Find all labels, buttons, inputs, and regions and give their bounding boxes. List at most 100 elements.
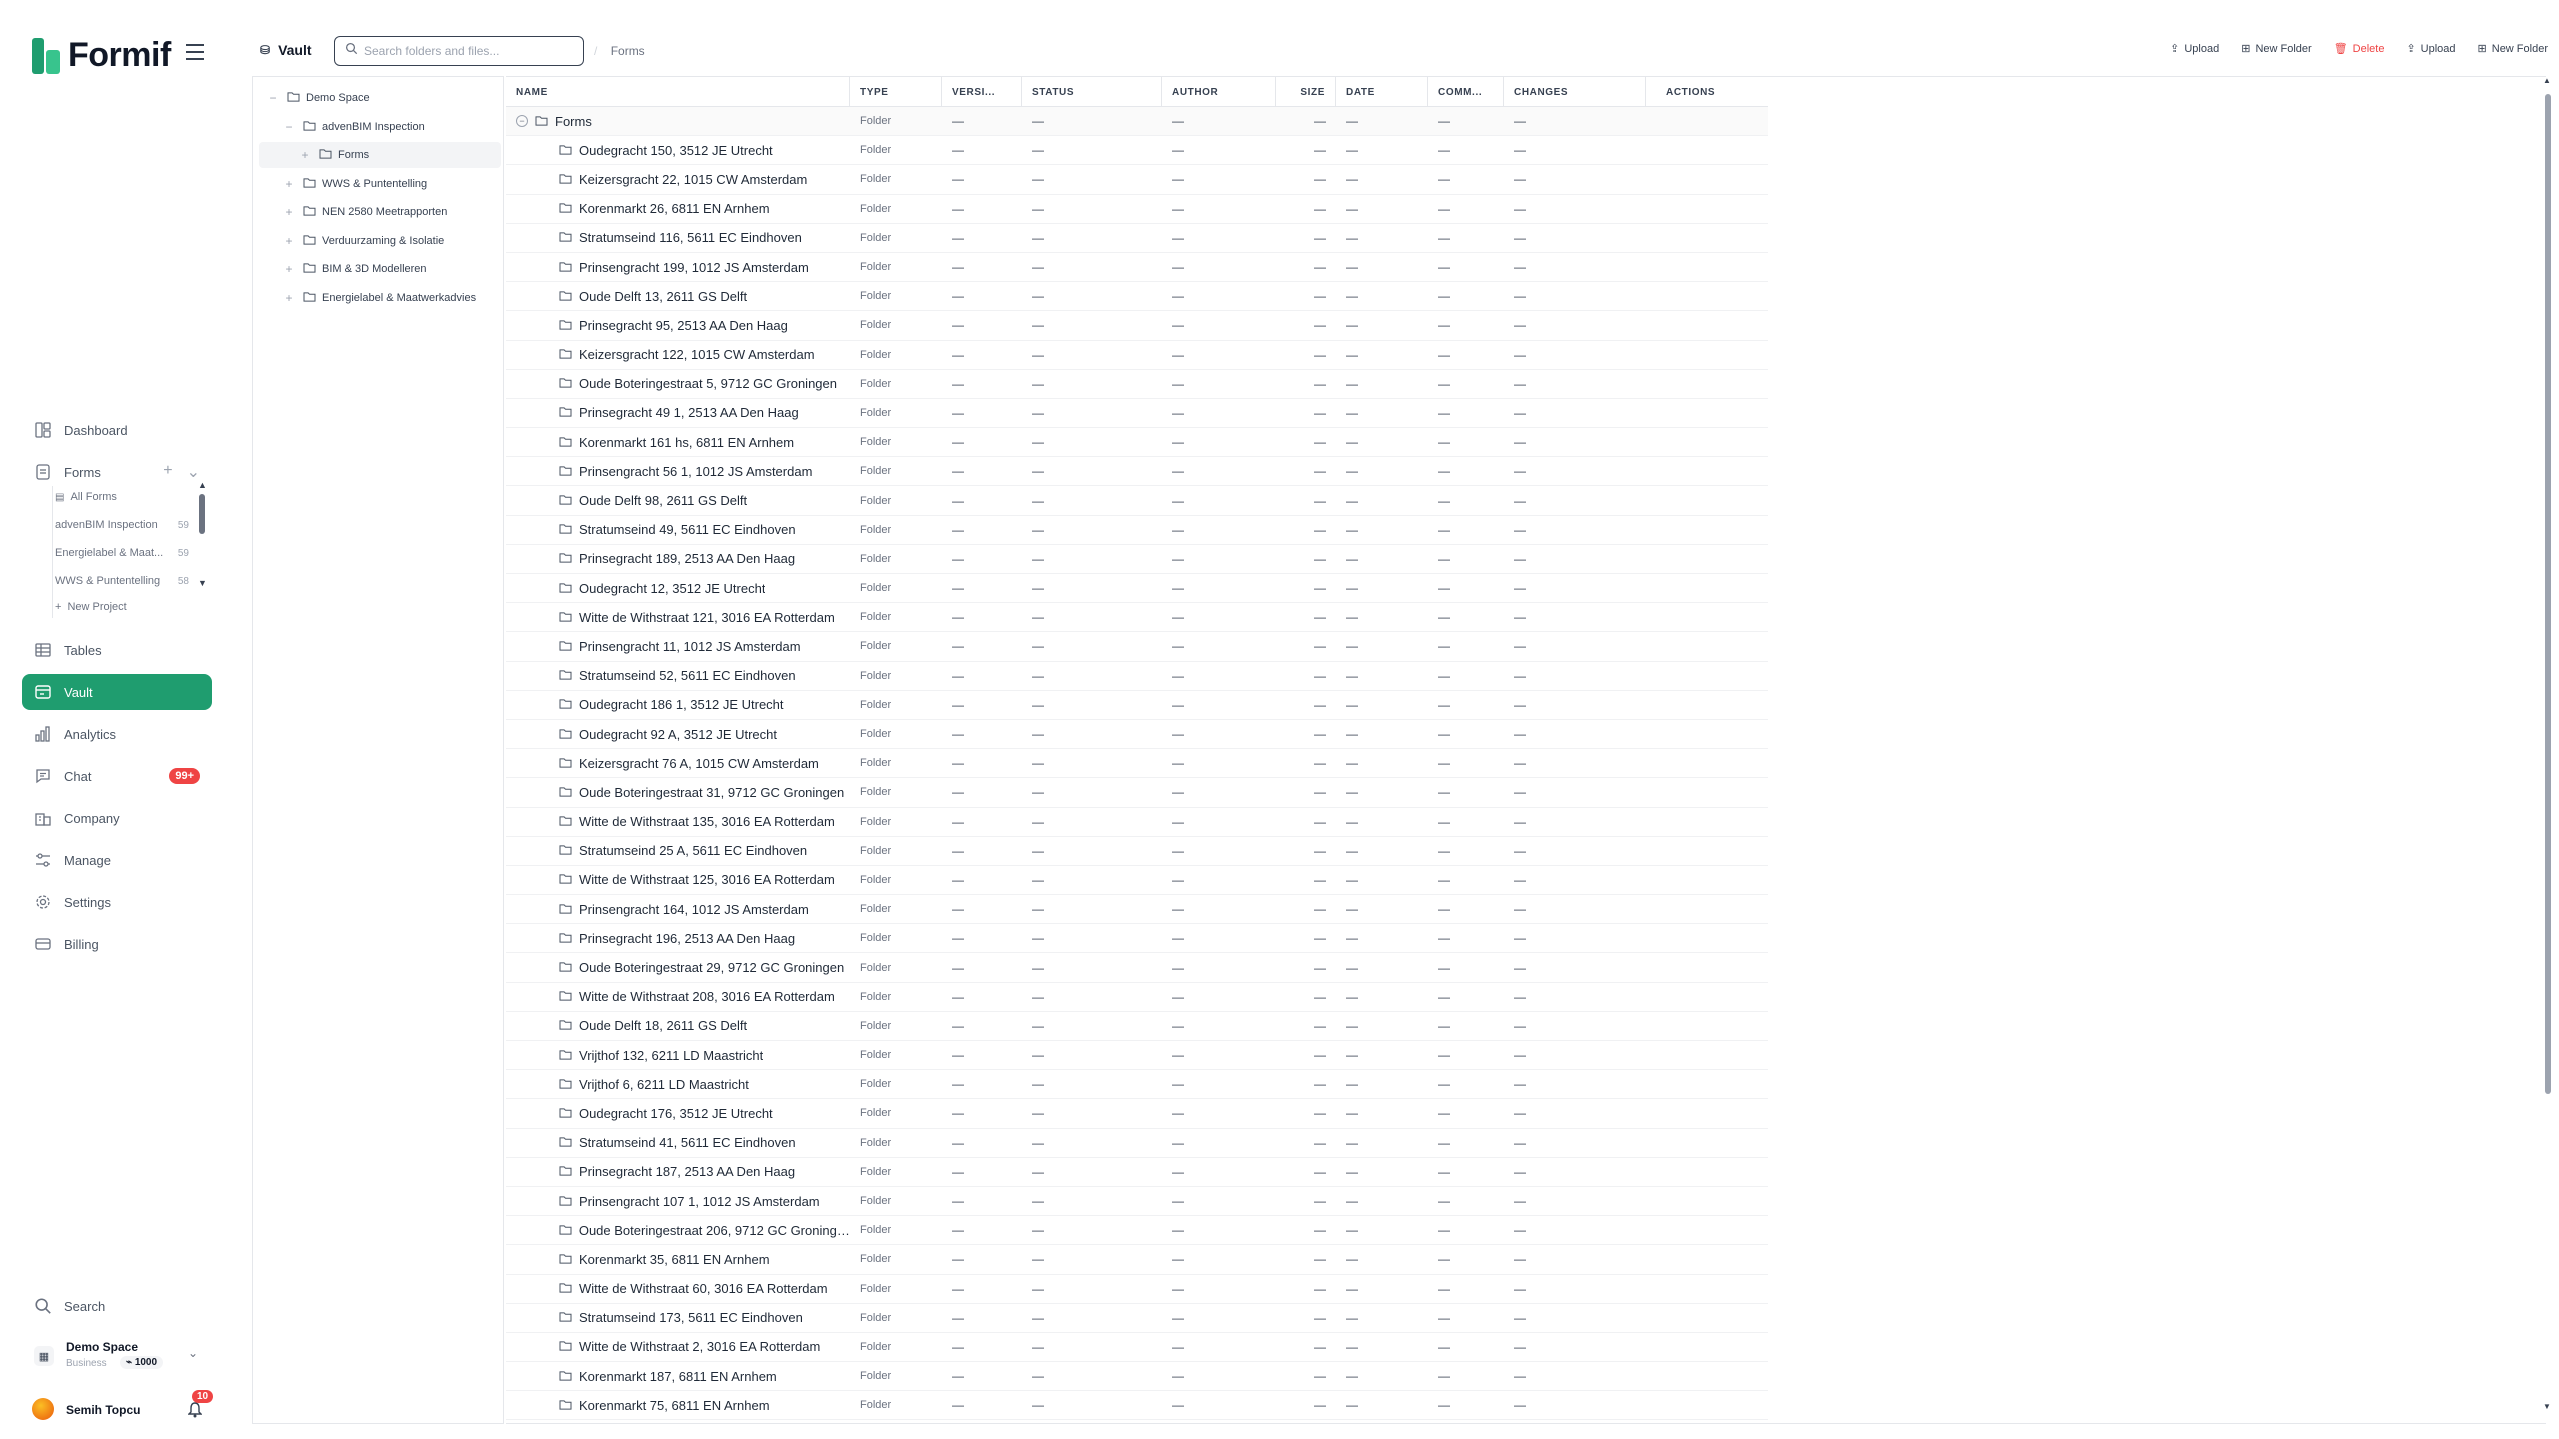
table-row[interactable]: Oudegracht 12, 3512 JE Utrecht Folder — — — —… <box>506 574 1768 604</box>
table-row[interactable]: Witte de Withstraat 125, 3016 EA Rotterd… <box>506 866 1768 896</box>
name-cell[interactable]: Oude Delft 98, 2611 GS Delft <box>506 493 850 508</box>
scroll-down-icon[interactable]: ▼ <box>198 578 207 588</box>
table-row[interactable]: Witte de Withstraat 2, 3016 EA Rotterdam… <box>506 1333 1768 1363</box>
name-cell[interactable]: Stratumseind 116, 5611 EC Eindhoven <box>506 230 850 245</box>
sidebar-search[interactable]: Search <box>22 1288 212 1324</box>
column-header[interactable]: CHANGES <box>1504 77 1646 107</box>
collapse-icon[interactable]: − <box>283 120 295 134</box>
table-row[interactable]: Witte de Withstraat 60, 3016 EA Rotterda… <box>506 1275 1768 1304</box>
scroll-down-icon[interactable]: ▼ <box>2543 1402 2551 1411</box>
tree-item[interactable]: − advenBIM Inspection <box>253 114 501 140</box>
tree-item[interactable]: + Forms <box>259 142 501 168</box>
table-row[interactable]: Prinsengracht 107 1, 1012 JS Amsterdam Fo… <box>506 1187 1768 1217</box>
table-row[interactable]: Stratumseind 41, 5611 EC Eindhoven Folder… <box>506 1129 1768 1158</box>
name-cell[interactable]: Prinsengracht 164, 1012 JS Amsterdam <box>506 902 850 917</box>
name-cell[interactable]: Oudegracht 176, 3512 JE Utrecht <box>506 1106 850 1121</box>
table-row[interactable]: Keizersgracht 122, 1015 CW Amsterdam Fold… <box>506 341 1768 370</box>
sidebar-item-manage[interactable]: Manage <box>22 842 212 878</box>
table-row[interactable]: Prinsegracht 189, 2513 AA Den Haag Folder… <box>506 545 1768 574</box>
name-cell[interactable]: Prinsegracht 189, 2513 AA Den Haag <box>506 551 850 566</box>
expand-icon[interactable]: + <box>283 262 295 276</box>
search-box[interactable] <box>334 36 584 66</box>
table-row[interactable]: Korenmarkt 35, 6811 EN Arnhem Folder — — — — —… <box>506 1245 1768 1275</box>
name-cell[interactable]: Korenmarkt 75, 6811 EN Arnhem <box>506 1398 850 1413</box>
sidebar-item-chat[interactable]: Chat 99+ <box>22 758 212 794</box>
name-cell[interactable]: Stratumseind 173, 5611 EC Eindhoven <box>506 1310 850 1325</box>
name-cell[interactable]: Prinsengracht 199, 1012 JS Amsterdam <box>506 260 850 275</box>
name-cell[interactable]: Oude Boteringestraat 206, 9712 GC Gronin… <box>506 1223 850 1238</box>
name-cell[interactable]: Korenmarkt 187, 6811 EN Arnhem <box>506 1369 850 1384</box>
name-cell[interactable]: Oude Boteringestraat 29, 9712 GC Groning… <box>506 960 850 975</box>
scroll-up-icon[interactable]: ▲ <box>2543 76 2551 85</box>
name-cell[interactable]: Prinsengracht 56 1, 1012 JS Amsterdam <box>506 464 850 479</box>
forms-subnav-item[interactable]: Energielabel & Maat... 59 <box>53 542 203 564</box>
table-row[interactable]: Keizersgracht 76 A, 1015 CW Amsterdam Fol… <box>506 749 1768 779</box>
sidebar-item-tables[interactable]: Tables <box>22 632 212 668</box>
sidebar-item-settings[interactable]: Settings <box>22 884 212 920</box>
name-cell[interactable]: Stratumseind 52, 5611 EC Eindhoven <box>506 668 850 683</box>
collapse-icon[interactable]: − <box>516 115 528 128</box>
name-cell[interactable]: Prinsegracht 49 1, 2513 AA Den Haag <box>506 405 850 420</box>
table-row[interactable]: Oude Boteringestraat 206, 9712 GC Gronin… <box>506 1216 1768 1246</box>
chevron-down-icon[interactable]: ⌄ <box>187 462 200 482</box>
table-row[interactable]: Keizersgracht 22, 1015 CW Amsterdam Folde… <box>506 165 1768 195</box>
sidebar-item-vault[interactable]: Vault <box>22 674 212 710</box>
name-cell[interactable]: Oude Boteringestraat 31, 9712 GC Groning… <box>506 785 850 800</box>
name-cell[interactable]: Keizersgracht 122, 1015 CW Amsterdam <box>506 347 850 362</box>
table-row[interactable]: − Forms Folder — — — — — — — <box>506 107 1768 137</box>
column-header[interactable]: STATUS <box>1022 77 1162 107</box>
table-row[interactable]: Vrijthof 132, 6211 LD Maastricht Folder — —… <box>506 1041 1768 1071</box>
name-cell[interactable]: Stratumseind 25 A, 5611 EC Eindhoven <box>506 843 850 858</box>
name-cell[interactable]: Keizersgracht 76 A, 1015 CW Amsterdam <box>506 756 850 771</box>
name-cell[interactable]: Oude Delft 13, 2611 GS Delft <box>506 289 850 304</box>
table-row[interactable]: Oude Delft 98, 2611 GS Delft Folder — — — — — —… <box>506 486 1768 516</box>
scroll-up-icon[interactable]: ▲ <box>198 480 207 490</box>
upload-button[interactable]: ⇪ Upload <box>2406 42 2455 56</box>
table-row[interactable]: Oude Boteringestraat 5, 9712 GC Groninge… <box>506 370 1768 399</box>
expand-icon[interactable]: + <box>283 291 295 305</box>
breadcrumb-current[interactable]: Forms <box>611 44 645 58</box>
column-header[interactable]: NAME <box>506 77 850 107</box>
name-cell[interactable]: Witte de Withstraat 60, 3016 EA Rotterda… <box>506 1281 850 1296</box>
column-header[interactable]: AUTHOR <box>1162 77 1276 107</box>
table-row[interactable]: Prinsegracht 95, 2513 AA Den Haag Folder —… <box>506 311 1768 341</box>
name-cell[interactable]: Oudegracht 92 A, 3512 JE Utrecht <box>506 727 850 742</box>
name-cell[interactable]: Prinsengracht 11, 1012 JS Amsterdam <box>506 639 850 654</box>
expand-icon[interactable]: + <box>283 177 295 191</box>
table-row[interactable]: Stratumseind 173, 5611 EC Eindhoven Folde… <box>506 1304 1768 1333</box>
name-cell[interactable]: Oudegracht 150, 3512 JE Utrecht <box>506 143 850 158</box>
tree-item[interactable]: + BIM & 3D Modelleren <box>253 256 501 282</box>
table-row[interactable]: Witte de Withstraat 208, 3016 EA Rotterd… <box>506 983 1768 1012</box>
table-row[interactable]: Oude Boteringestraat 29, 9712 GC Groning… <box>506 953 1768 983</box>
sidebar-item-forms[interactable]: Forms + ⌄ <box>22 454 212 490</box>
new-project-button[interactable]: + New Project <box>53 596 203 618</box>
hamburger-menu-icon[interactable] <box>186 44 204 60</box>
name-cell[interactable]: Witte de Withstraat 208, 3016 EA Rotterd… <box>506 989 850 1004</box>
table-row[interactable]: Prinsegracht 49 1, 2513 AA Den Haag Folde… <box>506 399 1768 429</box>
table-row[interactable]: Oude Boteringestraat 31, 9712 GC Groning… <box>506 778 1768 808</box>
delete-button[interactable]: 🗑 Delete <box>2334 42 2385 56</box>
name-cell[interactable]: Witte de Withstraat 125, 3016 EA Rotterd… <box>506 872 850 887</box>
table-row[interactable]: Korenmarkt 161 hs, 6811 EN Arnhem Folder —… <box>506 428 1768 458</box>
name-cell[interactable]: Oude Delft 18, 2611 GS Delft <box>506 1018 850 1033</box>
forms-subnav-item[interactable]: WWS & Puntentelling 58 <box>53 570 203 592</box>
sidebar-item-dashboard[interactable]: Dashboard <box>22 412 212 448</box>
table-row[interactable]: Stratumseind 49, 5611 EC Eindhoven Folder… <box>506 516 1768 545</box>
name-cell[interactable]: Stratumseind 41, 5611 EC Eindhoven <box>506 1135 850 1150</box>
name-cell[interactable]: Prinsegracht 187, 2513 AA Den Haag <box>506 1164 850 1179</box>
name-cell[interactable]: Korenmarkt 35, 6811 EN Arnhem <box>506 1252 850 1267</box>
table-row[interactable]: Stratumseind 116, 5611 EC Eindhoven Folde… <box>506 224 1768 253</box>
table-row[interactable]: Oudegracht 176, 3512 JE Utrecht Folder — — —… <box>506 1099 1768 1129</box>
app-logo[interactable]: Formif <box>32 36 171 75</box>
table-row[interactable]: Oudegracht 92 A, 3512 JE Utrecht Folder — —… <box>506 720 1768 750</box>
collapse-icon[interactable]: − <box>267 91 279 105</box>
name-cell[interactable]: Prinsegracht 196, 2513 AA Den Haag <box>506 931 850 946</box>
name-cell[interactable]: Korenmarkt 26, 6811 EN Arnhem <box>506 201 850 216</box>
tree-item[interactable]: − Demo Space <box>253 85 501 111</box>
subnav-scrollbar[interactable] <box>199 494 205 534</box>
forms-subnav-item[interactable]: advenBIM Inspection 59 <box>53 514 203 536</box>
bell-icon[interactable] <box>187 1402 203 1421</box>
table-row[interactable]: Prinsegracht 187, 2513 AA Den Haag Folder… <box>506 1158 1768 1187</box>
expand-icon[interactable]: + <box>283 205 295 219</box>
name-cell[interactable]: Keizersgracht 22, 1015 CW Amsterdam <box>506 172 850 187</box>
